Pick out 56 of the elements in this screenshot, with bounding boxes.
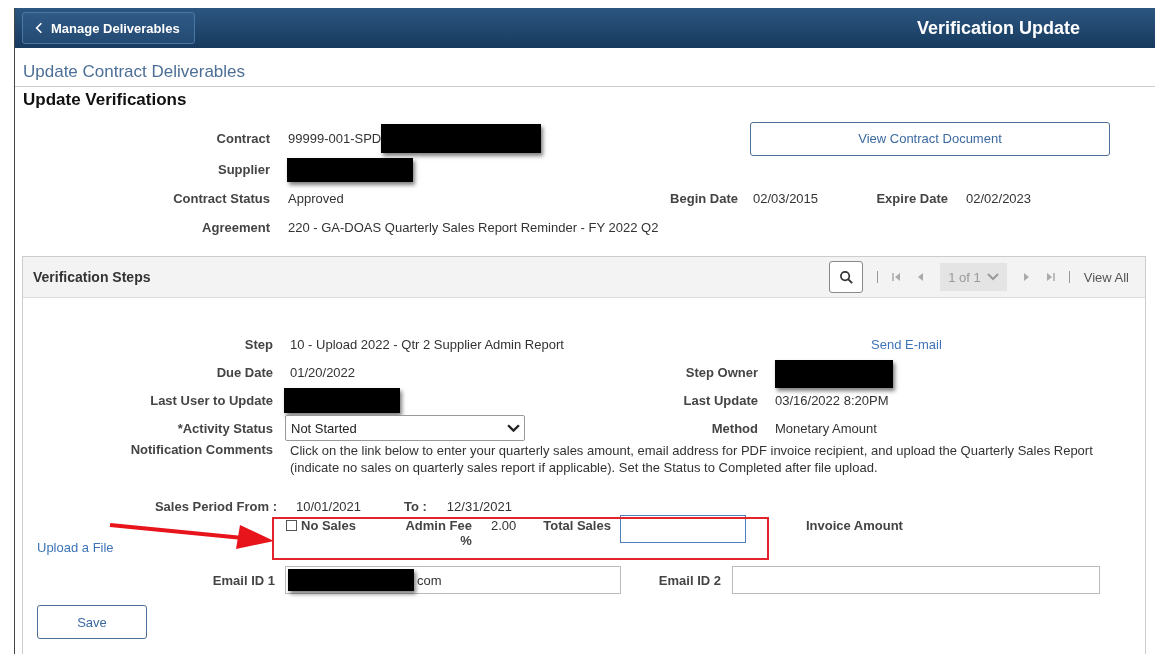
field-label: Supplier — [217, 162, 270, 177]
save-button[interactable]: Save — [37, 605, 147, 639]
field-value: Approved — [288, 191, 344, 206]
field-label: Email ID 2 — [657, 572, 721, 588]
field-value: 01/20/2022 — [290, 364, 357, 380]
view-contract-button[interactable]: View Contract Document — [750, 121, 1110, 156]
email-field[interactable]: com — [285, 566, 621, 594]
email-field[interactable] — [732, 566, 1100, 594]
field-label: Email ID 1 — [211, 572, 275, 588]
last-page-icon[interactable] — [1044, 272, 1055, 282]
field-label: Admin Fee % — [404, 518, 472, 548]
field-label: Notification Comments — [129, 442, 273, 457]
page-title: Update Verifications — [23, 90, 187, 109]
comments-text: Click on the link below to enter your quarterly sales amount, email address for PDF invoice recipient, and upload the Quarterly Sales Report (indicate no sales on quarterly sales report if applicable). Set the Status to Completed after file upload. — [290, 442, 1094, 476]
view-all-link[interactable]: View All — [1083, 269, 1129, 285]
status-dropdown[interactable]: Not Started — [285, 415, 525, 441]
field-label: Invoice Amount — [805, 518, 903, 533]
panel-title: Verification Steps — [33, 269, 151, 285]
search-button[interactable] — [829, 261, 864, 293]
upload-file-link[interactable]: Upload a File — [37, 540, 286, 555]
field-label: Contract — [215, 131, 270, 146]
field-value: 10 - Upload 2022 - Qtr 2 Supplier Admin Report — [290, 336, 565, 352]
field-value: 99999-001-SPD — [288, 131, 382, 146]
chevron-down-icon — [986, 273, 999, 281]
first-page-icon[interactable] — [892, 272, 903, 282]
field-label: Due Date — [215, 364, 273, 380]
field-label: Sales Period From : — [153, 499, 277, 514]
field-value: 02/02/2023 — [966, 191, 1032, 206]
field-value: 02/03/2015 — [753, 191, 819, 206]
search-icon — [838, 269, 854, 285]
no-sales-checkbox[interactable]: No Sales — [286, 518, 356, 533]
field-label: Step Owner — [684, 364, 758, 380]
field-label: To : — [404, 499, 427, 514]
total-sales-field[interactable] — [619, 515, 746, 543]
back-button[interactable]: Manage Deliverables — [22, 12, 195, 44]
field-label: Last Update — [682, 392, 758, 408]
field-label: Last User to Update — [149, 392, 273, 408]
field-label: Step — [243, 336, 273, 352]
field-value: 220 - GA-DOAS Quarterly Sales Report Reminder - FY 2022 Q2 — [288, 220, 659, 235]
field-value: Monetary Amount — [775, 420, 877, 436]
field-value: 12/31/2021 — [446, 499, 512, 514]
page-header-title: Verification Update — [916, 17, 1080, 39]
field-label: Agreement — [201, 220, 270, 235]
chevron-left-icon — [35, 22, 43, 34]
field-label: Method — [710, 420, 758, 436]
send-email-link[interactable]: Send E-mail — [871, 336, 942, 352]
chevron-down-icon — [507, 423, 520, 433]
field-label: Begin Date — [669, 191, 738, 206]
breadcrumb: Update Contract Deliverables — [23, 62, 246, 81]
field-label: *Activity Status — [176, 420, 273, 436]
field-value: 10/01/2021 — [296, 499, 363, 514]
field-value: 03/16/2022 8:20PM — [775, 392, 889, 408]
field-value: 2.00 — [490, 518, 517, 533]
field-label: Contract Status — [172, 191, 270, 206]
field-label: Expire Date — [875, 191, 948, 206]
field-label: Total Sales — [543, 518, 611, 533]
